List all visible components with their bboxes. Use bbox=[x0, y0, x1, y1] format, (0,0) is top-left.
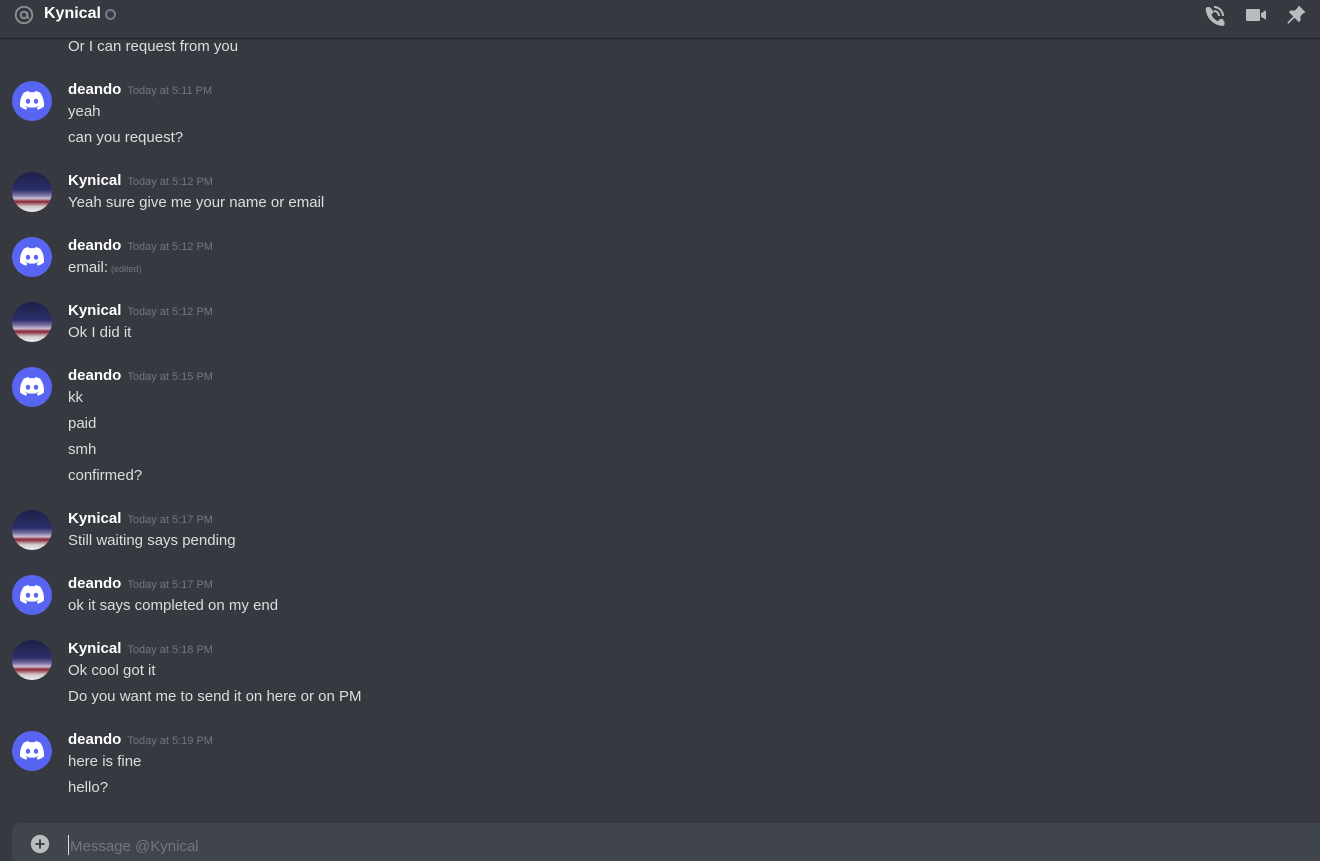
message-timestamp: Today at 5:11 PM bbox=[127, 85, 213, 97]
phone-call-icon[interactable] bbox=[1203, 3, 1227, 27]
message-header: deando Today at 5:17 PM bbox=[68, 574, 213, 594]
author-name[interactable]: Kynical bbox=[68, 510, 121, 527]
avatar-deando[interactable] bbox=[12, 367, 52, 407]
author-name[interactable]: deando bbox=[68, 575, 121, 592]
discord-logo-icon bbox=[20, 91, 44, 110]
message-timestamp: Today at 5:17 PM bbox=[127, 514, 213, 526]
message-timestamp: Today at 5:18 PM bbox=[127, 644, 213, 656]
message-header: deando Today at 5:15 PM bbox=[68, 366, 213, 386]
author-name[interactable]: deando bbox=[68, 81, 121, 98]
message-content: Do you want me to send it on here or on … bbox=[68, 688, 362, 705]
message-input[interactable] bbox=[68, 833, 1272, 859]
message-content: Ok cool got it bbox=[68, 662, 156, 679]
message-content: Or I can request from you bbox=[68, 38, 239, 55]
message-timestamp: Today at 5:19 PM bbox=[127, 735, 213, 747]
message-content: Still waiting says pending bbox=[68, 532, 236, 549]
message-content: confirmed? bbox=[68, 467, 143, 484]
message-header: deando Today at 5:11 PM bbox=[68, 80, 212, 100]
status-offline-icon bbox=[105, 9, 116, 20]
message-header: Kynical Today at 5:18 PM bbox=[68, 639, 213, 659]
at-icon bbox=[14, 5, 34, 25]
discord-logo-icon bbox=[20, 377, 44, 396]
author-name[interactable]: deando bbox=[68, 367, 121, 384]
message-content: ok it says completed on my end bbox=[68, 597, 279, 614]
message-content: yeah bbox=[68, 103, 101, 120]
message-timestamp: Today at 5:15 PM bbox=[127, 371, 213, 383]
discord-logo-icon bbox=[20, 741, 44, 760]
message-composer bbox=[12, 823, 1320, 861]
channel-header: Kynical bbox=[0, 0, 1320, 38]
message-content: Ok I did it bbox=[68, 324, 132, 341]
message-list: Or I can request from you deando Today at… bbox=[0, 0, 1320, 822]
message-timestamp: Today at 5:12 PM bbox=[127, 241, 213, 253]
avatar-deando[interactable] bbox=[12, 237, 52, 277]
avatar-kynical[interactable] bbox=[12, 172, 52, 212]
message-content: smh bbox=[68, 441, 97, 458]
avatar-kynical[interactable] bbox=[12, 302, 52, 342]
author-name[interactable]: deando bbox=[68, 731, 121, 748]
discord-logo-icon bbox=[20, 585, 44, 604]
author-name[interactable]: Kynical bbox=[68, 302, 121, 319]
dm-chat-window: Or I can request from you deando Today at… bbox=[0, 0, 1320, 861]
author-name[interactable]: Kynical bbox=[68, 640, 121, 657]
edited-marker: (edited) bbox=[111, 264, 142, 274]
avatar-deando[interactable] bbox=[12, 575, 52, 615]
video-camera-icon[interactable] bbox=[1244, 3, 1268, 27]
message-header: Kynical Today at 5:12 PM bbox=[68, 301, 213, 321]
avatar-kynical[interactable] bbox=[12, 510, 52, 550]
message-content: kk bbox=[68, 389, 83, 406]
message-content: Yeah sure give me your name or email bbox=[68, 194, 325, 211]
avatar-deando[interactable] bbox=[12, 731, 52, 771]
author-name[interactable]: deando bbox=[68, 237, 121, 254]
message-header: Kynical Today at 5:12 PM bbox=[68, 171, 213, 191]
message-header: Kynical Today at 5:17 PM bbox=[68, 509, 213, 529]
message-content: paid bbox=[68, 415, 97, 432]
discord-logo-icon bbox=[20, 247, 44, 266]
pin-icon[interactable] bbox=[1284, 3, 1308, 27]
message-content: email: (edited) bbox=[68, 258, 142, 279]
message-timestamp: Today at 5:12 PM bbox=[127, 176, 213, 188]
message-timestamp: Today at 5:12 PM bbox=[127, 306, 213, 318]
avatar-deando[interactable] bbox=[12, 81, 52, 121]
message-header: deando Today at 5:12 PM bbox=[68, 236, 213, 256]
add-attachment-icon[interactable] bbox=[30, 834, 50, 854]
message-timestamp: Today at 5:17 PM bbox=[127, 579, 213, 591]
dm-recipient-name: Kynical bbox=[44, 5, 101, 22]
message-content: hello? bbox=[68, 779, 109, 796]
message-header: deando Today at 5:19 PM bbox=[68, 730, 213, 750]
avatar-kynical[interactable] bbox=[12, 640, 52, 680]
message-content: can you request? bbox=[68, 129, 184, 146]
author-name[interactable]: Kynical bbox=[68, 172, 121, 189]
message-content: here is fine bbox=[68, 753, 142, 770]
message-text: email: bbox=[68, 259, 109, 276]
